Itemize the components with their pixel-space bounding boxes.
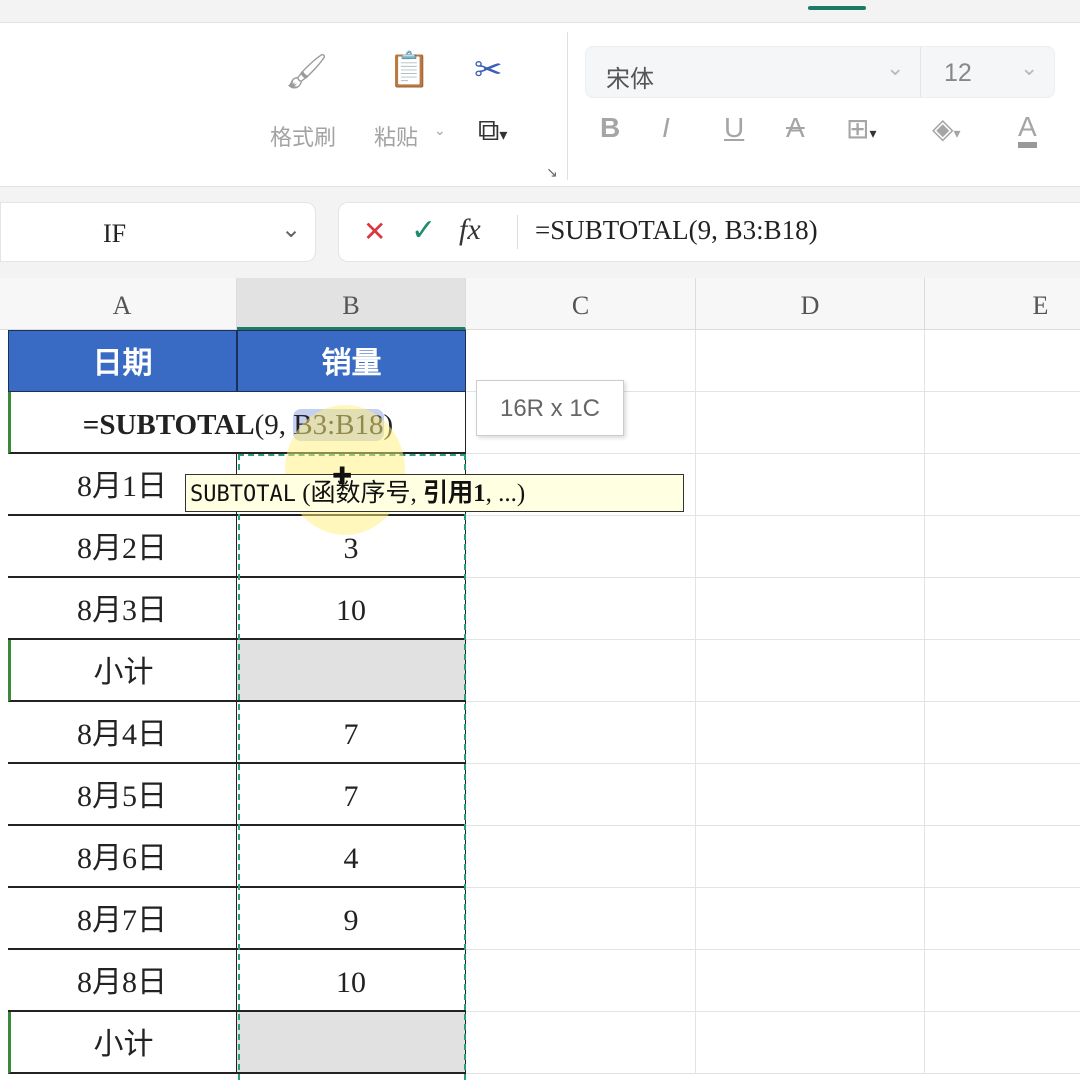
cell[interactable]: [696, 392, 925, 454]
cell[interactable]: [466, 1012, 696, 1074]
column-header-c[interactable]: C: [466, 278, 696, 330]
font-name[interactable]: 宋体: [606, 59, 654, 94]
column-header-a[interactable]: A: [8, 278, 237, 330]
divider: [920, 47, 921, 97]
cell[interactable]: [466, 950, 696, 1012]
strikethrough-button[interactable]: A: [786, 112, 805, 144]
name-box-value[interactable]: IF: [103, 219, 126, 249]
chevron-down-icon[interactable]: ⌄: [281, 215, 301, 244]
date-cell[interactable]: 8月3日: [8, 578, 237, 640]
name-box[interactable]: IF ⌄: [0, 202, 316, 262]
column-header-b[interactable]: B: [237, 278, 466, 330]
header-sales[interactable]: 销量: [237, 330, 466, 392]
copy-icon[interactable]: ⧉▾: [478, 114, 507, 148]
border-icon[interactable]: ⊞▾: [846, 112, 877, 145]
cell[interactable]: [696, 330, 925, 392]
chevron-down-icon[interactable]: ⌄: [1020, 55, 1038, 81]
tooltip-paren: (: [295, 480, 311, 507]
cell[interactable]: [696, 454, 925, 516]
date-cell[interactable]: 8月6日: [8, 826, 237, 888]
font-selector[interactable]: 宋体 ⌄ 12 ⌄: [585, 46, 1055, 98]
formula-input[interactable]: =SUBTOTAL(9, B3:B18): [535, 215, 818, 246]
formula-bar: ✕ ✓ fx =SUBTOTAL(9, B3:B18): [338, 202, 1080, 262]
font-color-button[interactable]: A: [1018, 112, 1037, 148]
fill-color-icon[interactable]: ◈▾: [932, 112, 961, 145]
active-tab-indicator: [808, 6, 866, 10]
cell[interactable]: [696, 1012, 925, 1074]
function-tooltip: SUBTOTAL (函数序号, 引用1, ...): [185, 474, 684, 512]
cell[interactable]: [466, 640, 696, 702]
confirm-icon[interactable]: ✓: [411, 213, 436, 248]
bold-button[interactable]: B: [600, 112, 620, 144]
ribbon-separator: [567, 32, 568, 180]
cell[interactable]: [925, 764, 1080, 826]
cell[interactable]: [925, 702, 1080, 764]
paste-dropdown-icon[interactable]: ⌄: [434, 122, 446, 139]
cell[interactable]: [925, 1012, 1080, 1074]
cell[interactable]: [696, 950, 925, 1012]
format-painter-button[interactable]: 格式刷: [270, 120, 336, 152]
tooltip-arg1: 函数序号,: [310, 480, 424, 507]
range-selection-marquee: [238, 454, 466, 1080]
formula-func: =SUBTOTAL: [82, 409, 255, 441]
cell[interactable]: [925, 516, 1080, 578]
date-cell[interactable]: 8月4日: [8, 702, 237, 764]
cell[interactable]: [925, 888, 1080, 950]
cursor-icon: ✚: [332, 463, 353, 490]
fx-icon[interactable]: fx: [459, 213, 481, 247]
cell[interactable]: [925, 454, 1080, 516]
header-date[interactable]: 日期: [8, 330, 237, 392]
scissors-icon[interactable]: ✂: [474, 50, 503, 90]
cell[interactable]: [925, 826, 1080, 888]
dialog-launcher-icon[interactable]: ↘: [546, 164, 558, 181]
cell[interactable]: [466, 516, 696, 578]
cell[interactable]: [925, 950, 1080, 1012]
cell[interactable]: [466, 826, 696, 888]
cell[interactable]: [925, 640, 1080, 702]
italic-button[interactable]: I: [662, 112, 670, 144]
cell[interactable]: [466, 764, 696, 826]
font-size[interactable]: 12: [944, 59, 972, 88]
chevron-down-icon[interactable]: ⌄: [886, 55, 904, 81]
date-cell[interactable]: 8月7日: [8, 888, 237, 950]
paste-icon[interactable]: 📋: [388, 50, 430, 90]
cell[interactable]: [696, 826, 925, 888]
column-header-d[interactable]: D: [696, 278, 925, 330]
underline-button[interactable]: U: [724, 112, 744, 144]
cell[interactable]: [925, 330, 1080, 392]
subtotal-label[interactable]: 小计: [8, 1012, 237, 1074]
tooltip-rest: , ...): [485, 480, 526, 507]
cancel-icon[interactable]: ✕: [363, 215, 386, 248]
format-painter-icon[interactable]: 🖌: [285, 52, 328, 92]
function-name: SUBTOTAL: [190, 482, 296, 507]
cell[interactable]: [466, 888, 696, 950]
tooltip-arg2-current: 引用1: [423, 480, 486, 507]
range-size-tooltip: 16R x 1C: [476, 380, 624, 436]
cell[interactable]: [696, 578, 925, 640]
date-cell[interactable]: 8月5日: [8, 764, 237, 826]
cell[interactable]: [925, 578, 1080, 640]
cell[interactable]: [696, 640, 925, 702]
cell[interactable]: [466, 702, 696, 764]
cell[interactable]: [696, 516, 925, 578]
divider: [517, 215, 518, 249]
column-header-e[interactable]: E: [925, 278, 1080, 330]
date-cell[interactable]: 8月8日: [8, 950, 237, 1012]
title-bar: [0, 0, 1080, 22]
cell[interactable]: [696, 764, 925, 826]
date-cell[interactable]: 8月2日: [8, 516, 237, 578]
subtotal-label[interactable]: 小计: [8, 640, 237, 702]
cell[interactable]: [925, 392, 1080, 454]
formula-args: (9,: [254, 409, 294, 441]
cell[interactable]: [696, 702, 925, 764]
paste-button[interactable]: 粘贴: [374, 120, 418, 152]
cell[interactable]: [466, 578, 696, 640]
cell[interactable]: [696, 888, 925, 950]
